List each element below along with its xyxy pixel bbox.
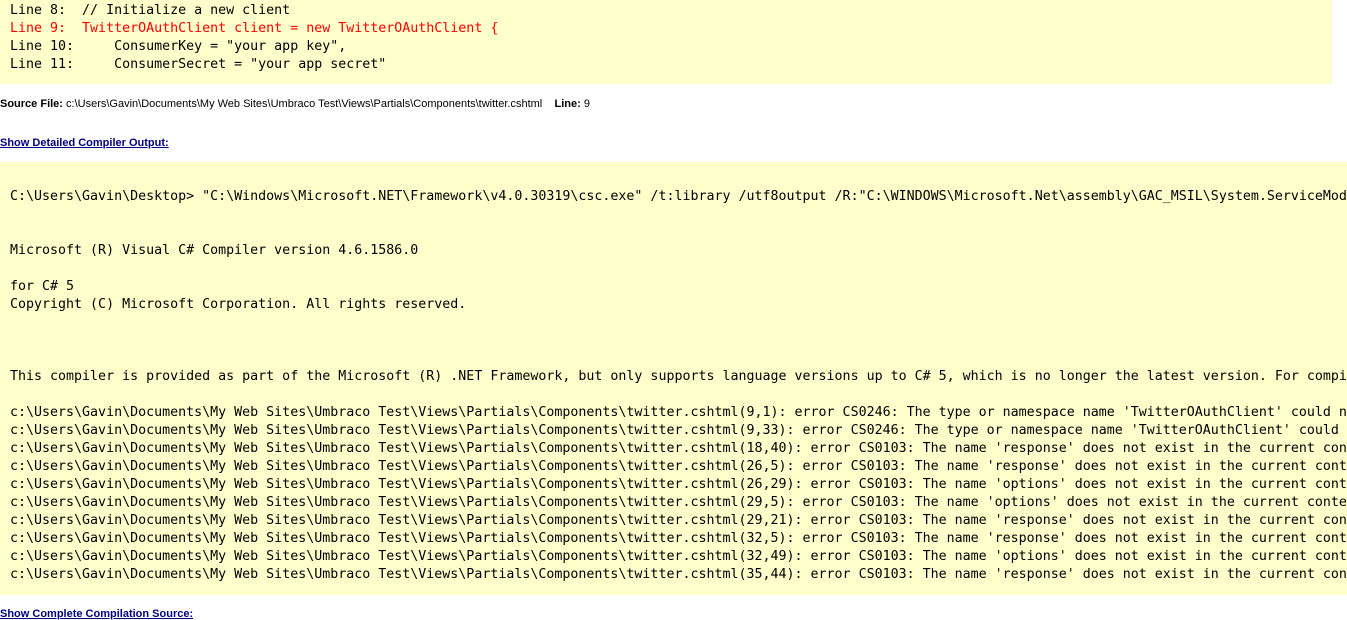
code-line-11: Line 11: ConsumerSecret = "your app secr… bbox=[10, 57, 387, 72]
source-file-label: Source File: bbox=[0, 98, 63, 110]
line-number: 9 bbox=[583, 98, 590, 110]
error-line: c:\Users\Gavin\Documents\My Web Sites\Um… bbox=[10, 423, 1347, 438]
error-line: c:\Users\Gavin\Documents\My Web Sites\Um… bbox=[10, 441, 1347, 456]
compiler-notice: This compiler is provided as part of the… bbox=[10, 369, 1347, 384]
compiler-output-box: C:\Users\Gavin\Desktop> "C:\Windows\Micr… bbox=[0, 162, 1347, 595]
show-detailed-compiler-output-link[interactable]: Show Detailed Compiler Output: bbox=[0, 137, 169, 149]
show-complete-compilation-source-link[interactable]: Show Complete Compilation Source: bbox=[0, 608, 193, 620]
compiler-target: for C# 5 bbox=[10, 279, 75, 294]
compiler-version: Microsoft (R) Visual C# Compiler version… bbox=[10, 243, 419, 258]
error-line: c:\Users\Gavin\Documents\My Web Sites\Um… bbox=[10, 513, 1347, 528]
error-line: c:\Users\Gavin\Documents\My Web Sites\Um… bbox=[10, 477, 1347, 492]
code-line-10: Line 10: ConsumerKey = "your app key", bbox=[10, 39, 347, 54]
error-line: c:\Users\Gavin\Documents\My Web Sites\Um… bbox=[10, 495, 1347, 510]
source-code: Line 8: // Initialize a new client Line 9… bbox=[0, 0, 1332, 74]
error-line: c:\Users\Gavin\Documents\My Web Sites\Um… bbox=[10, 405, 1347, 420]
source-file-info: Source File: c:\Users\Gavin\Documents\My… bbox=[0, 98, 590, 110]
error-line: c:\Users\Gavin\Documents\My Web Sites\Um… bbox=[10, 531, 1347, 546]
code-line-8: Line 8: // Initialize a new client bbox=[10, 3, 291, 18]
compiler-output: C:\Users\Gavin\Desktop> "C:\Windows\Micr… bbox=[0, 162, 1347, 584]
error-line: c:\Users\Gavin\Documents\My Web Sites\Um… bbox=[10, 459, 1347, 474]
error-line: c:\Users\Gavin\Documents\My Web Sites\Um… bbox=[10, 549, 1347, 564]
compiler-command: C:\Users\Gavin\Desktop> "C:\Windows\Micr… bbox=[10, 189, 1347, 204]
line-label: Line: bbox=[554, 98, 581, 110]
error-line: c:\Users\Gavin\Documents\My Web Sites\Um… bbox=[10, 567, 1347, 582]
compiler-copyright: Copyright (C) Microsoft Corporation. All… bbox=[10, 297, 467, 312]
source-file-path: c:\Users\Gavin\Documents\My Web Sites\Um… bbox=[66, 98, 543, 110]
code-line-9-error: Line 9: TwitterOAuthClient client = new … bbox=[10, 21, 499, 36]
source-code-box: Line 8: // Initialize a new client Line 9… bbox=[0, 0, 1332, 84]
